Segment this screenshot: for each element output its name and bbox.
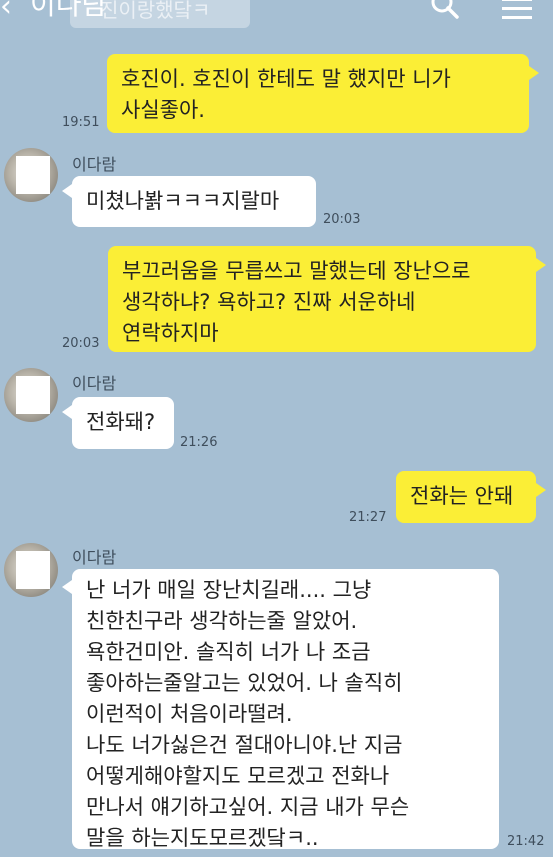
- sender-name: 이다람: [72, 155, 117, 174]
- bubble-tail: [62, 580, 72, 594]
- my-message-bubble[interactable]: 호진이. 호진이 한테도 말 했지만 니가 사실좋아.: [107, 54, 529, 133]
- avatar[interactable]: [4, 543, 58, 597]
- message-time: 20:03: [323, 212, 361, 227]
- avatar[interactable]: [4, 368, 58, 422]
- other-message-bubble[interactable]: 미쳤나봙ㅋㅋㅋ지랄마: [72, 176, 316, 227]
- message-time: 21:27: [349, 510, 387, 525]
- chat-header: 진이랑했닼ㅋ ‹ 이다람: [0, 0, 553, 34]
- bubble-tail: [62, 405, 72, 419]
- hamburger-menu-icon[interactable]: [500, 0, 534, 20]
- sender-name: 이다람: [72, 548, 117, 567]
- message-time: 21:26: [180, 435, 218, 450]
- bubble-tail: [536, 483, 546, 497]
- chevron-left-icon[interactable]: ‹: [0, 0, 12, 22]
- sender-name: 이다람: [72, 374, 117, 393]
- bubble-tail: [62, 184, 72, 198]
- bubble-tail: [536, 258, 546, 272]
- my-message-bubble[interactable]: 전화는 안돼: [396, 471, 536, 523]
- other-message-bubble[interactable]: 난 너가 매일 장난치길래.... 그냥 친한친구라 생각하는줄 알았어. 욕한…: [72, 569, 499, 850]
- search-icon[interactable]: [430, 0, 460, 22]
- other-message-bubble[interactable]: 전화돼?: [72, 397, 174, 449]
- message-time: 20:03: [62, 336, 100, 351]
- avatar[interactable]: [4, 148, 58, 202]
- my-message-bubble[interactable]: 부끄러움을 무릅쓰고 말했는데 장난으로 생각하냐? 욕하고? 진짜 서운하네 …: [108, 246, 536, 352]
- message-time: 19:51: [62, 115, 100, 130]
- chat-title: 이다람: [30, 0, 108, 21]
- message-time: 21:42: [507, 834, 545, 849]
- bubble-tail: [529, 66, 539, 80]
